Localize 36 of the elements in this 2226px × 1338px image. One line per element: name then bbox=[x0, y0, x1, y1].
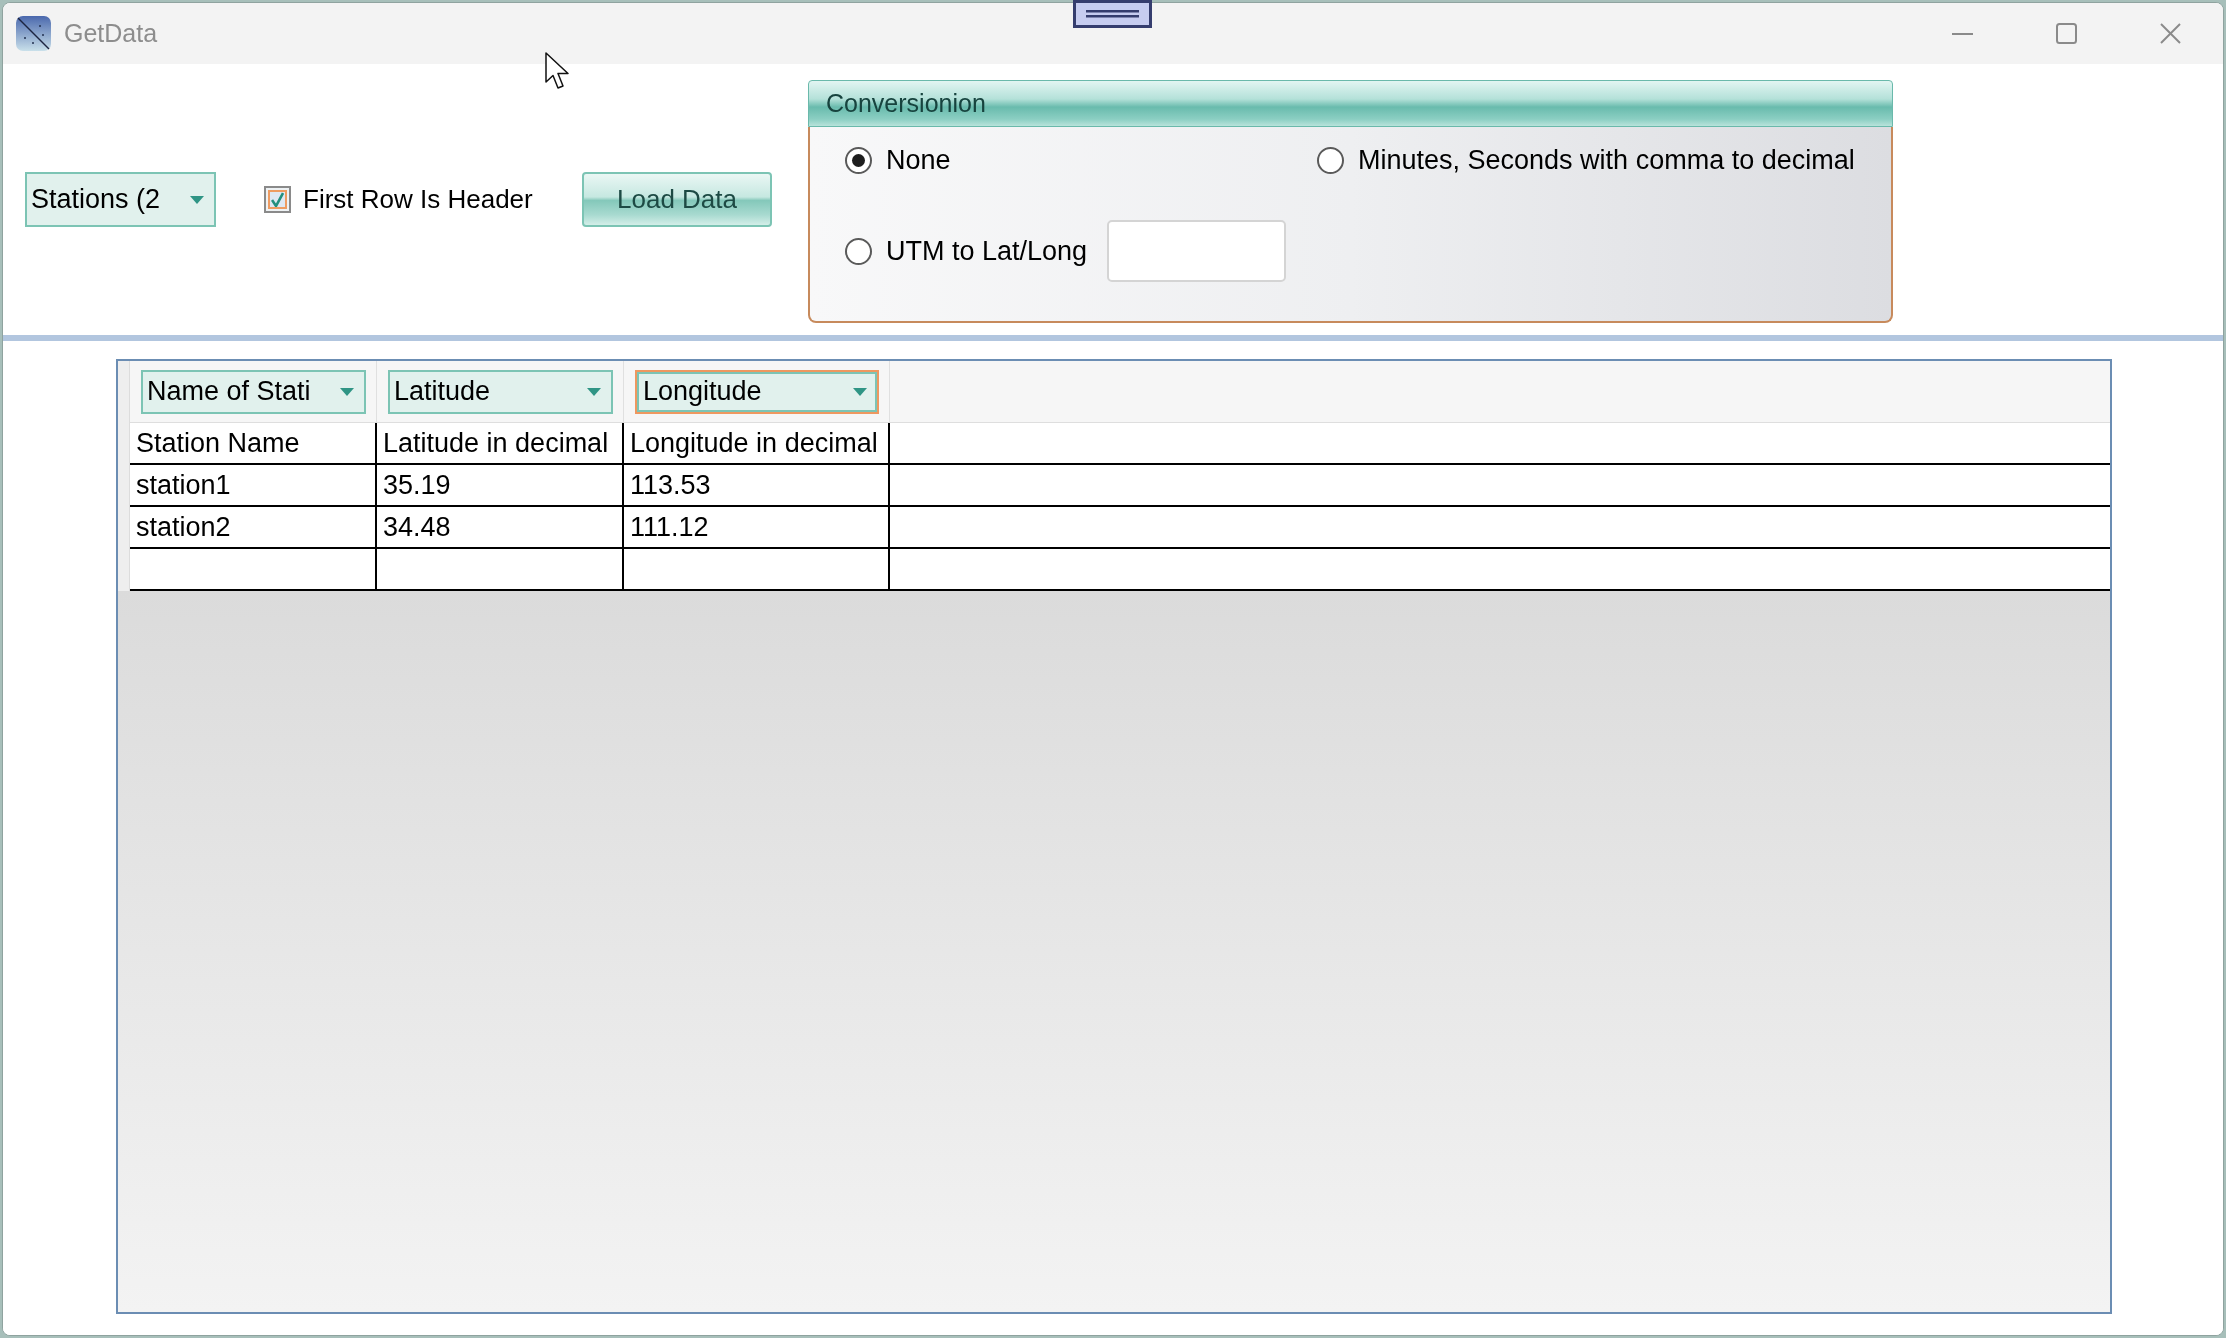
source-dropdown[interactable]: Stations (2 bbox=[25, 172, 216, 227]
table-cell: station1 bbox=[130, 465, 377, 505]
input-field[interactable] bbox=[1107, 220, 1287, 282]
load-data-button[interactable]: Load Data bbox=[582, 172, 772, 227]
table-cell: 111.12 bbox=[624, 507, 890, 547]
table-cell: 34.48 bbox=[377, 507, 624, 547]
column-dropdown[interactable]: Latitude bbox=[388, 369, 613, 414]
minimize-icon bbox=[1951, 32, 1973, 35]
table-cell: station2 bbox=[130, 507, 377, 547]
radio-button[interactable] bbox=[1317, 146, 1344, 174]
option-label: UTM to Lat/Long bbox=[886, 236, 1088, 266]
maximize-icon bbox=[2055, 23, 2077, 44]
checkbox-label: First Row Is Header bbox=[303, 183, 533, 216]
window-title: GetData bbox=[64, 17, 158, 49]
option-label: None bbox=[886, 145, 951, 175]
table-cell: 35.19 bbox=[377, 465, 624, 505]
column-dropdown[interactable]: Longitude bbox=[635, 369, 879, 414]
close-icon bbox=[2159, 23, 2181, 44]
table-cell: Latitude in decimal bbox=[377, 423, 624, 463]
dropdown-caret-icon bbox=[190, 195, 204, 204]
table-cell: Longitude in decimal bbox=[624, 423, 890, 463]
radio-button[interactable] bbox=[845, 146, 872, 174]
radio-button[interactable] bbox=[845, 237, 872, 265]
app-icon bbox=[16, 16, 51, 51]
option-label: Minutes, Seconds with comma to decimal bbox=[1358, 145, 1855, 175]
group-title: Conversionion bbox=[808, 80, 1893, 127]
dropdown-caret-icon bbox=[587, 387, 601, 396]
dropdown-caret-icon bbox=[340, 387, 354, 396]
table-cell: 113.53 bbox=[624, 465, 890, 505]
table-cell: Station Name bbox=[130, 423, 377, 463]
grip-icon[interactable] bbox=[1073, 0, 1152, 28]
column-dropdown[interactable]: Name of Stati bbox=[141, 369, 366, 414]
blank-table-row[interactable] bbox=[130, 549, 2110, 591]
checkbox[interactable] bbox=[264, 186, 291, 213]
dropdown-caret-icon bbox=[853, 387, 867, 396]
checkmark-icon bbox=[271, 192, 284, 207]
